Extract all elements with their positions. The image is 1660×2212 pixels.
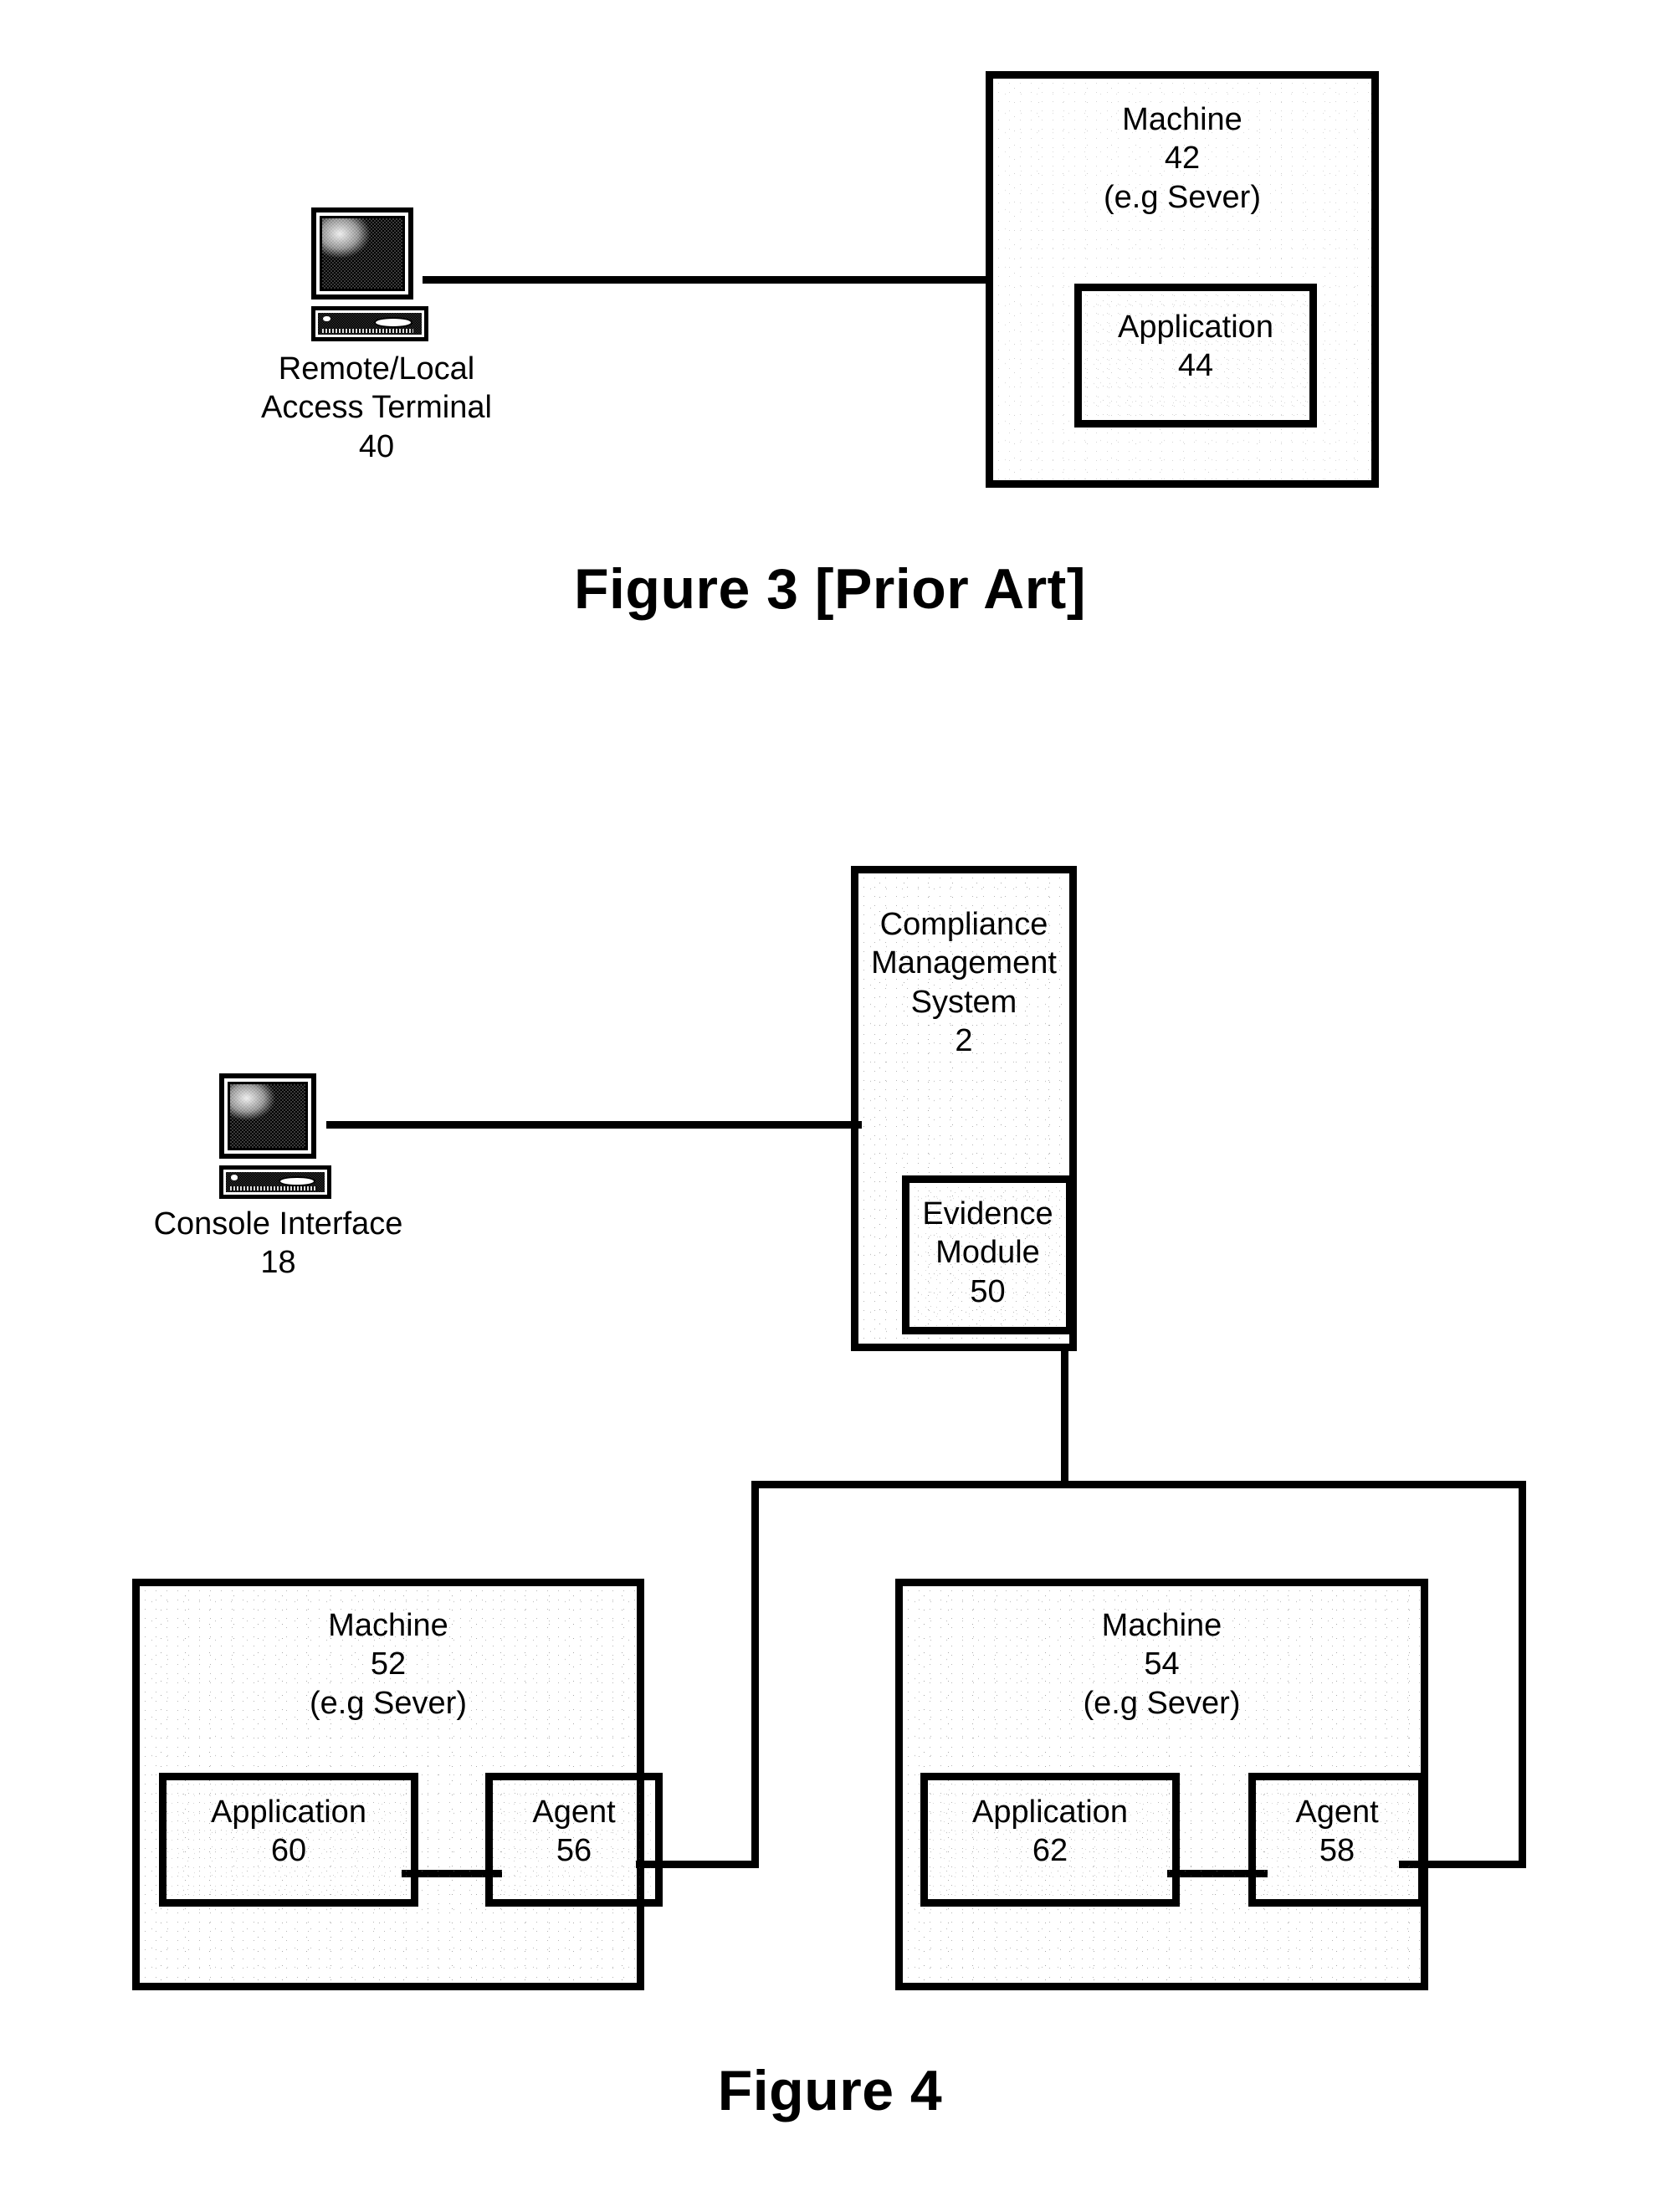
terminal-to-machine-connector: [423, 276, 991, 284]
remote-access-terminal-label: Remote/Local Access Terminal 40: [261, 351, 492, 464]
machine-bus-line: [751, 1481, 1526, 1488]
remote-access-terminal-icon: [311, 207, 435, 341]
compliance-management-system-label: Compliance Management System 2: [871, 907, 1057, 1059]
base-unit-vent: [229, 1186, 317, 1190]
agent-56-label: Agent 56: [532, 1795, 616, 1869]
monitor-screen: [320, 216, 405, 291]
base-unit-face: [226, 1172, 325, 1192]
power-knob-icon: [230, 1175, 238, 1180]
console-interface-icon: [219, 1073, 336, 1199]
drive-slot-icon: [279, 1175, 316, 1186]
monitor-screen: [228, 1082, 308, 1150]
application-60-label: Application 60: [211, 1795, 366, 1869]
evidence-module-label: Evidence Module 50: [922, 1196, 1053, 1309]
console-interface-label: Console Interface 18: [153, 1206, 403, 1281]
figure-4-caption: Figure 4: [717, 2059, 943, 2122]
console-to-cms-connector: [326, 1121, 862, 1129]
computer-base-unit-icon: [311, 306, 428, 341]
application-44-label: Application 44: [1118, 310, 1273, 384]
machine-52-label: Machine 52 (e.g Sever): [310, 1608, 467, 1721]
monitor-icon: [219, 1073, 316, 1159]
base-unit-face: [318, 313, 422, 335]
power-knob-icon: [323, 315, 330, 322]
monitor-icon: [311, 207, 413, 300]
application-62-label: Application 62: [972, 1795, 1128, 1869]
bus-branch-left: [751, 1481, 759, 1868]
computer-base-unit-icon: [219, 1165, 331, 1199]
cms-bus-drop: [1061, 1349, 1068, 1487]
bus-branch-right: [1519, 1481, 1526, 1868]
patent-figure-sheet: Remote/Local Access Terminal 40 Machine …: [0, 0, 1660, 2212]
machine-42-label: Machine 42 (e.g Sever): [1104, 102, 1261, 215]
figure-3-caption: Figure 3 [Prior Art]: [574, 557, 1086, 621]
agent-58-label: Agent 58: [1295, 1795, 1379, 1869]
machine-54-label: Machine 54 (e.g Sever): [1083, 1608, 1241, 1721]
drive-slot-icon: [373, 317, 412, 329]
base-unit-vent: [321, 328, 414, 333]
